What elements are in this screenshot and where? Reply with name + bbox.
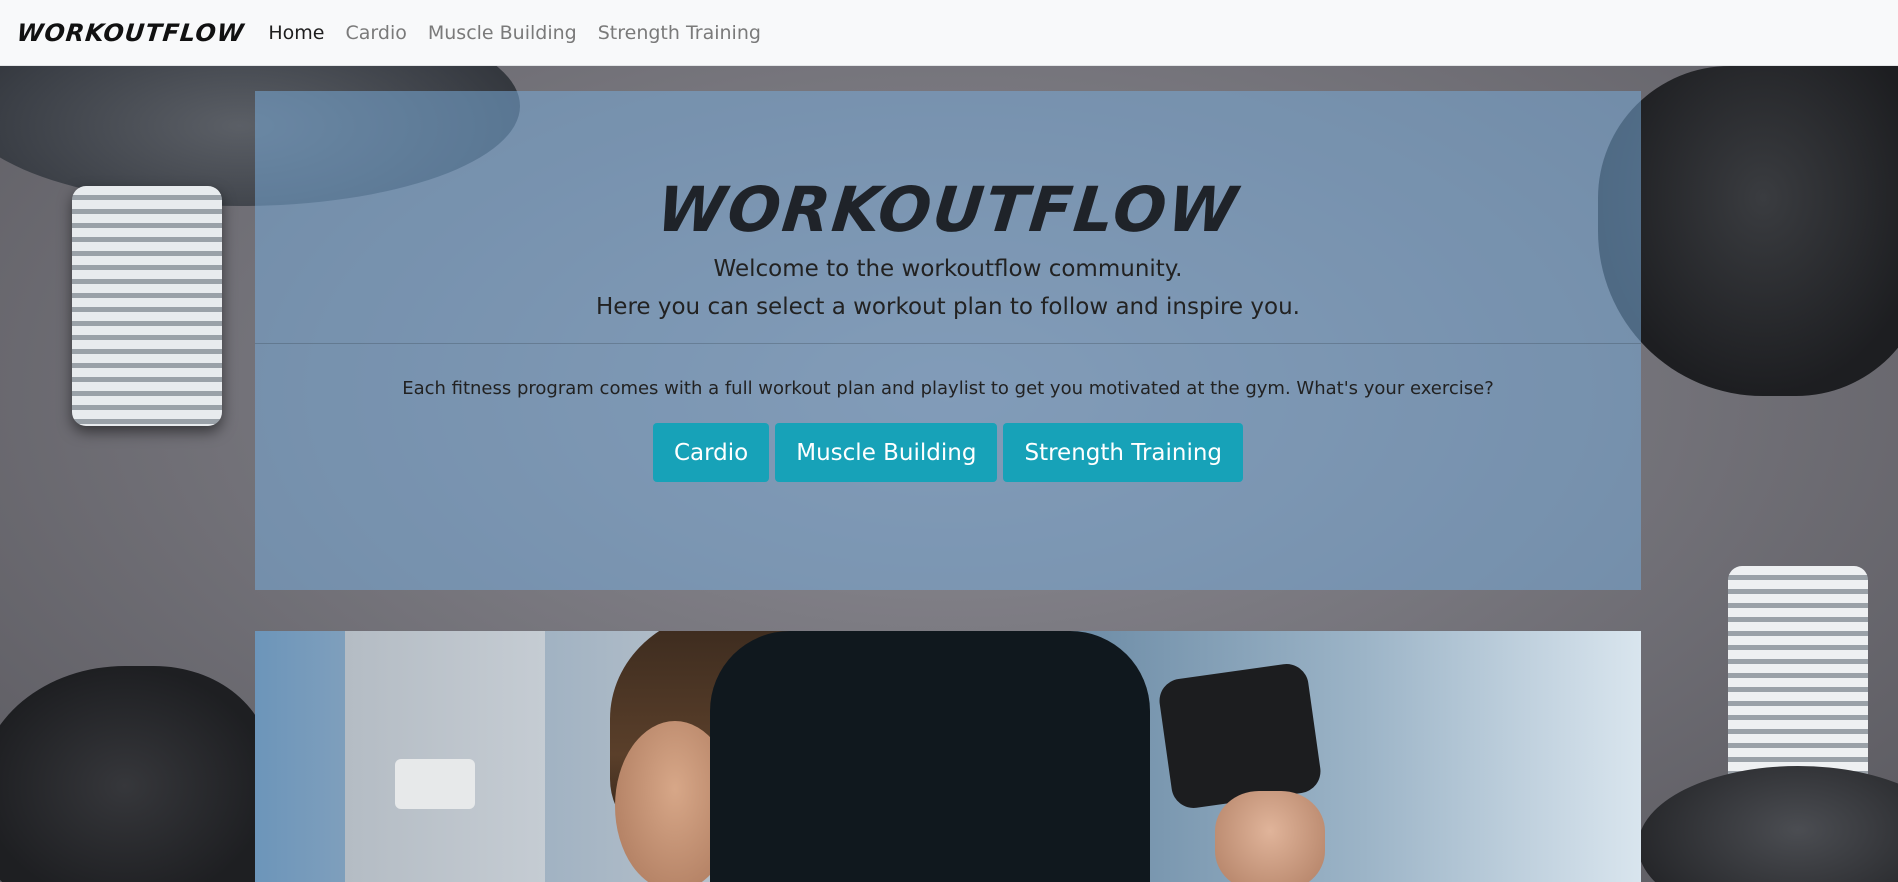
cardio-button[interactable]: Cardio [652,423,770,483]
hero-jumbotron: WORKOUTFLOW Welcome to the workoutflow c… [255,91,1641,590]
nav-link-strength-training[interactable]: Strength Training [598,22,761,44]
hero-lead-line: Here you can select a workout plan to fo… [596,294,1300,321]
hero-lead-line: Welcome to the workoutflow community. [713,256,1183,283]
woman-dumbbell-photo [255,631,1641,882]
photo-hand [1215,791,1325,882]
photo-thermostat [395,759,475,809]
photo-tank-top [710,631,1150,882]
program-button-group: Cardio Muscle Building Strength Training [255,423,1641,483]
navbar-brand[interactable]: WORKOUTFLOW [16,19,246,47]
glove-image [1598,66,1898,396]
weight-plate-image [1638,766,1898,882]
nav-link-home[interactable]: Home [268,22,324,44]
hero-lead: Welcome to the workoutflow community. He… [255,250,1641,326]
strength-training-button[interactable]: Strength Training [1003,423,1244,483]
hero-title: WORKOUTFLOW [653,173,1243,246]
photo-wall [345,631,545,882]
navbar: WORKOUTFLOW Home Cardio Muscle Building … [0,0,1898,66]
hero-description: Each fitness program comes with a full w… [402,378,1494,400]
nav-link-muscle-building[interactable]: Muscle Building [428,22,577,44]
nav-link-cardio[interactable]: Cardio [346,22,407,44]
dumbbell-image [1156,661,1324,811]
barbell-sleeve-image [72,186,222,426]
muscle-building-button[interactable]: Muscle Building [775,423,998,483]
hero-divider [255,343,1641,345]
nav-links: Home Cardio Muscle Building Strength Tra… [268,22,782,44]
glove-image [0,666,270,882]
